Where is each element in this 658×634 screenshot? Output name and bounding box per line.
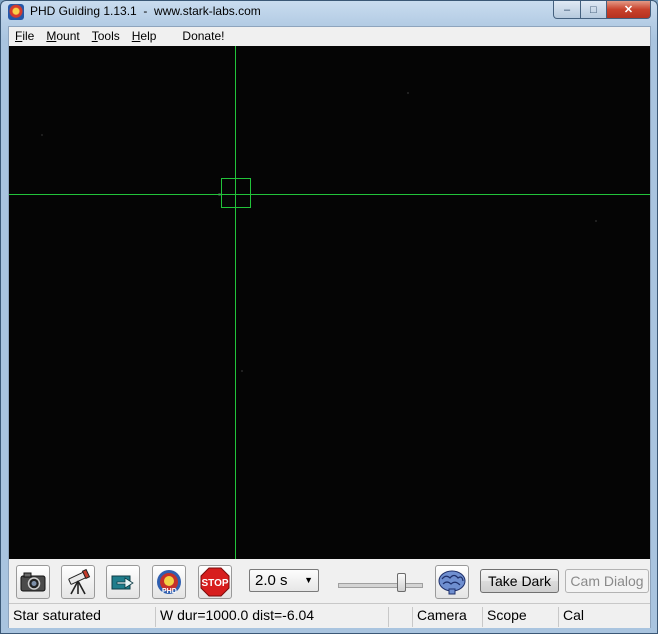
toolbar: PHD STOP 2.0 s ▼ Take Dark Cam Dialog [9,559,650,603]
take-dark-button[interactable]: Take Dark [480,569,559,593]
menu-help[interactable]: Help [126,27,163,46]
svg-text:PHD: PHD [162,588,177,595]
brain-settings-button[interactable] [435,565,469,599]
minimize-button[interactable]: – [553,1,581,19]
title-bar[interactable]: PHD Guiding 1.13.1 - www.stark-labs.com … [1,1,657,23]
gamma-slider-track[interactable] [338,583,423,588]
status-cal: Cal [558,607,584,627]
stop-icon: STOP [200,567,230,597]
maximize-button[interactable]: □ [581,1,607,19]
menu-tools[interactable]: Tools [86,27,126,46]
menu-file[interactable]: File [9,27,40,46]
stop-button[interactable]: STOP [198,565,232,599]
menu-bar: File Mount Tools Help Donate! [9,27,650,46]
window-title: PHD Guiding 1.13.1 - www.stark-labs.com [30,4,261,18]
close-button[interactable]: ✕ [607,1,651,19]
crosshair-horizontal [9,194,650,195]
star-selection-box [221,178,251,208]
menu-mount[interactable]: Mount [40,27,85,46]
crosshair-vertical [235,46,236,559]
faint-star [41,134,43,136]
connect-mount-button[interactable] [61,565,95,599]
loop-exposures-button[interactable] [106,565,140,599]
camera-image-view[interactable] [9,46,650,559]
chevron-down-icon: ▼ [304,575,313,585]
status-scope: Scope [482,607,527,627]
status-guide-info: W dur=1000.0 dist=-6.04 [155,607,314,627]
cam-dialog-button[interactable]: Cam Dialog [565,569,649,593]
connect-camera-button[interactable] [16,565,50,599]
faint-star [595,220,597,222]
app-window: PHD Guiding 1.13.1 - www.stark-labs.com … [0,0,658,634]
brain-icon [438,570,466,595]
exposure-value: 2.0 s [255,572,288,589]
app-icon [8,4,24,20]
faint-star [407,92,409,94]
status-bar: Star saturated W dur=1000.0 dist=-6.04 C… [9,603,650,628]
exposure-select[interactable]: 2.0 s ▼ [249,569,319,592]
menu-donate[interactable]: Donate! [176,27,230,46]
faint-star [241,370,243,372]
loop-arrow-icon [111,575,134,590]
caption-buttons: – □ ✕ [553,1,651,19]
stop-label: STOP [201,578,228,589]
status-message: Star saturated [13,607,101,623]
status-camera: Camera [412,607,467,627]
camera-icon [20,572,46,592]
gamma-slider-thumb[interactable] [397,573,406,592]
status-extra [388,607,413,627]
start-guiding-button[interactable]: PHD [152,565,186,599]
phd-guide-icon: PHD [157,570,181,595]
client-area: File Mount Tools Help Donate! PHD STOP 2… [8,26,651,628]
telescope-icon [68,568,91,595]
